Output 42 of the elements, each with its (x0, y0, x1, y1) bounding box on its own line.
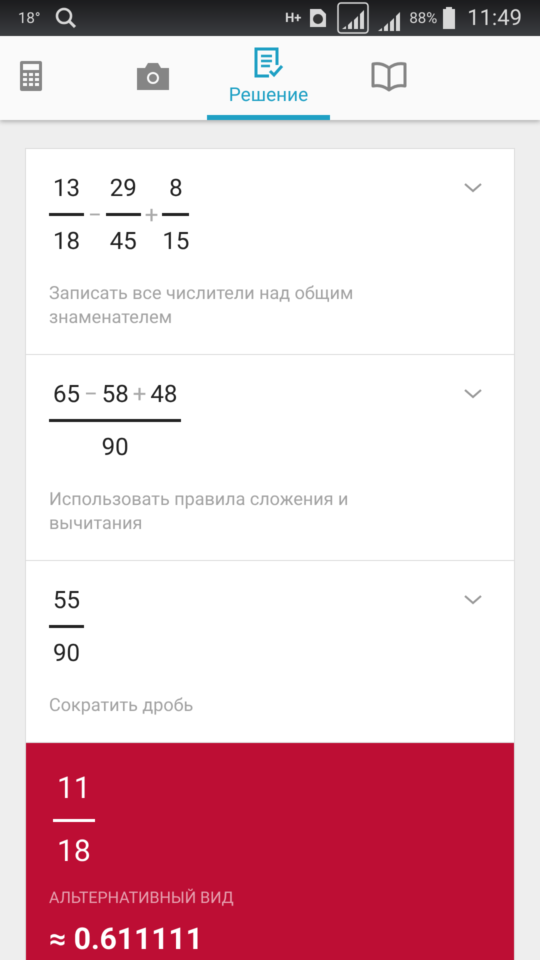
number: 45 (110, 226, 137, 256)
fraction-bar (53, 819, 95, 822)
temperature: 18° (18, 8, 40, 29)
fraction-bar (49, 213, 84, 216)
number: 58 (102, 379, 129, 409)
chevron-icon[interactable] (464, 595, 482, 605)
checklist-document-icon (252, 46, 284, 79)
search-icon (54, 6, 78, 30)
battery-percent: 88% (409, 8, 438, 29)
number: 90 (53, 638, 80, 668)
number: 8 (169, 173, 183, 203)
fraction-bar (49, 625, 84, 628)
open-book-icon (371, 60, 407, 92)
camera-icon (137, 62, 169, 90)
operator: − (86, 200, 103, 230)
signal-icon (337, 2, 370, 34)
fraction-bar (162, 213, 190, 216)
step-description: Сократить дробь (49, 694, 194, 718)
number: 18 (53, 226, 80, 256)
number: 11 (57, 770, 91, 808)
chevron-icon[interactable] (464, 389, 482, 399)
number: 90 (102, 432, 129, 462)
calculator-icon (20, 60, 42, 90)
alternative-label: АЛЬТЕРНАТИВНЫЙ ВИД (49, 887, 235, 909)
clock: 11:49 (467, 4, 522, 32)
fraction-bar (106, 213, 141, 216)
operator: + (144, 200, 160, 230)
number: 15 (162, 226, 190, 256)
number: 29 (110, 173, 137, 203)
network-type: H+ (285, 12, 302, 24)
step-description: Записать все числители над общим знаменателем (49, 282, 354, 330)
operator: + (132, 379, 148, 409)
number: 65 (53, 379, 80, 409)
number: 13 (53, 173, 80, 203)
battery-icon (443, 7, 456, 29)
decimal-value: ≈ 0.611111 (49, 921, 204, 959)
step-description: Использовать правила сложения и вычитания (49, 488, 350, 536)
operator: − (82, 379, 99, 409)
number: 55 (53, 585, 80, 615)
number: 48 (150, 379, 178, 409)
chevron-icon[interactable] (464, 183, 482, 193)
number: 18 (57, 833, 91, 871)
